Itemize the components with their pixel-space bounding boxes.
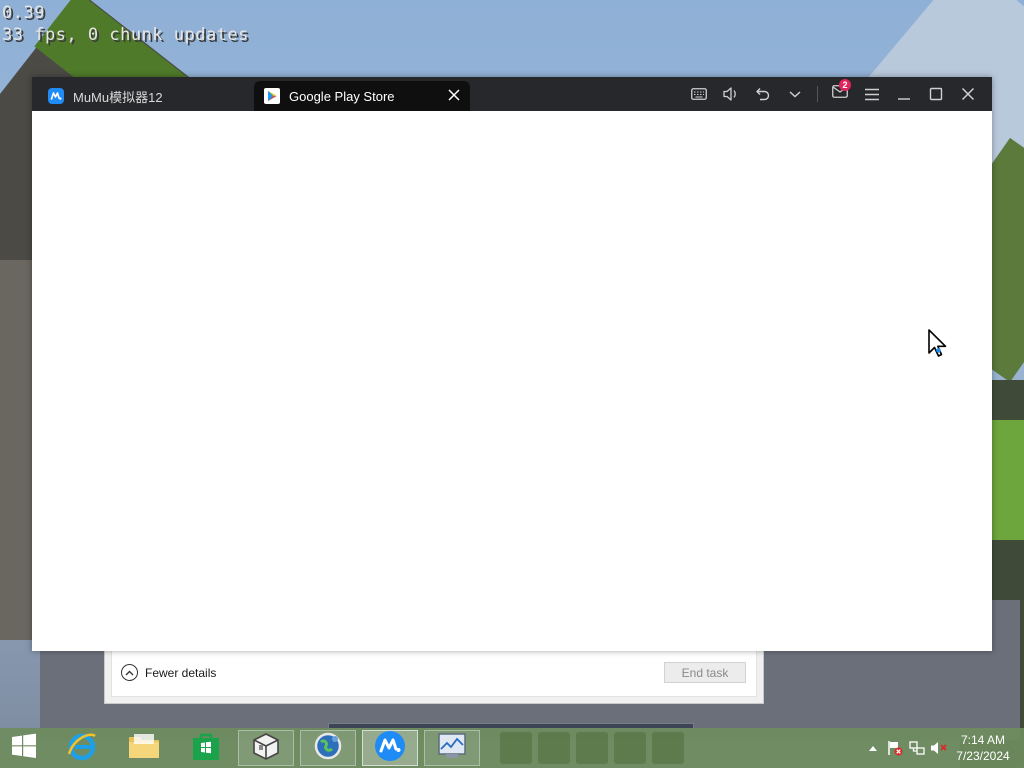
fewer-details-button[interactable]: Fewer details — [121, 664, 216, 681]
action-center-flag-icon[interactable] — [884, 728, 906, 768]
close-tab-icon[interactable] — [447, 88, 461, 102]
chevron-up-icon — [121, 664, 138, 681]
volume-icon[interactable] — [715, 77, 747, 111]
mouse-cursor-icon — [927, 328, 949, 360]
blurred-taskbar-item — [652, 732, 684, 764]
taskbar: 7:14 AM 7/23/2024 — [0, 728, 1024, 768]
folder-icon — [128, 732, 160, 765]
google-play-icon — [264, 88, 280, 104]
chevron-down-icon[interactable] — [779, 77, 811, 111]
tab-label: MuMu模拟器12 — [73, 89, 163, 105]
fewer-details-label: Fewer details — [145, 665, 217, 680]
task-manager-icon — [437, 732, 467, 765]
minimize-icon[interactable] — [888, 77, 920, 111]
system-tray: 7:14 AM 7/23/2024 — [862, 728, 1024, 768]
volume-muted-icon[interactable] — [928, 728, 950, 768]
system-clock[interactable]: 7:14 AM 7/23/2024 — [950, 732, 1016, 764]
store-button[interactable] — [178, 730, 234, 766]
mumu-logo-icon — [374, 730, 406, 767]
network-icon[interactable] — [906, 728, 928, 768]
play-store-content-blank[interactable] — [32, 111, 992, 651]
globe-app-button[interactable] — [300, 730, 356, 766]
mail-button[interactable]: 2 — [824, 77, 856, 111]
blurred-taskbar-item — [500, 732, 532, 764]
version-text: 0.39 — [2, 3, 45, 23]
blurred-taskbar-item — [538, 732, 570, 764]
show-hidden-icons-arrow-icon[interactable] — [862, 728, 884, 768]
close-icon[interactable] — [952, 77, 984, 111]
toolbar-divider — [817, 86, 818, 102]
notification-badge: 2 — [839, 79, 851, 91]
blurred-taskbar-item — [576, 732, 608, 764]
title-bar[interactable]: MuMu模拟器12 Google Play Store 2 — [32, 77, 992, 111]
internet-explorer-icon — [66, 730, 98, 767]
emulator-window: MuMu模拟器12 Google Play Store 2 — [32, 77, 992, 651]
start-button[interactable] — [0, 730, 48, 766]
fps-text: 33 fps, 0 chunk updates — [2, 25, 249, 45]
globe-icon — [313, 731, 343, 766]
menu-icon[interactable] — [856, 77, 888, 111]
clock-date: 7/23/2024 — [956, 749, 1010, 763]
tab-label: Google Play Store — [289, 88, 395, 104]
maximize-icon[interactable] — [920, 77, 952, 111]
windows-logo-icon — [11, 733, 37, 764]
end-task-button[interactable]: End task — [664, 662, 746, 683]
store-icon — [191, 731, 221, 766]
internet-explorer-button[interactable] — [54, 730, 110, 766]
cube-icon — [251, 731, 281, 766]
clock-time: 7:14 AM — [960, 733, 1006, 747]
mumu-emulator-button[interactable] — [362, 730, 418, 766]
back-icon[interactable] — [747, 77, 779, 111]
blurred-taskbar-item — [614, 732, 646, 764]
keyboard-icon[interactable] — [683, 77, 715, 111]
debug-overlay: 0.39 33 fps, 0 chunk updates — [2, 2, 249, 46]
window-controls: 2 — [683, 77, 984, 111]
mumu-logo-icon — [48, 88, 64, 104]
task-manager-button[interactable] — [424, 730, 480, 766]
tab-mumu-home[interactable]: MuMu模拟器12 — [38, 81, 248, 111]
tab-google-play-store[interactable]: Google Play Store — [254, 81, 470, 111]
cube-app-button[interactable] — [238, 730, 294, 766]
file-explorer-button[interactable] — [116, 730, 172, 766]
